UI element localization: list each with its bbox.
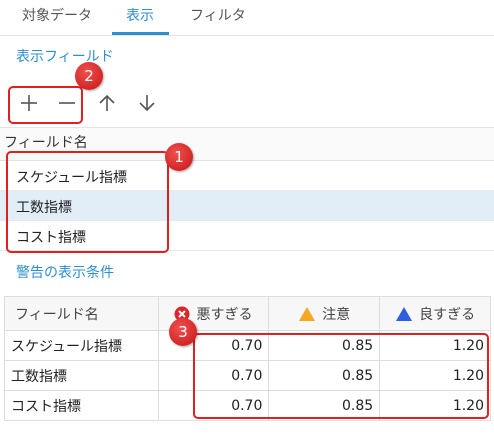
arrow-down-icon	[139, 95, 155, 112]
active-tab-indicator	[112, 32, 169, 35]
callout-box-toolbar	[8, 86, 83, 124]
blue-triangle-icon	[396, 306, 413, 321]
caution-header-label: 注意	[322, 306, 351, 323]
arrow-up-icon	[99, 94, 115, 111]
table-header-row: フィールド名 悪すぎる 注意 良すぎる	[4, 296, 491, 331]
warning-conditions-title: 警告の表示条件	[16, 265, 114, 281]
row-field-name: コスト指標	[4, 390, 159, 421]
tab-display[interactable]: 表示	[126, 0, 154, 36]
field-name-header: フィールド名	[4, 296, 159, 331]
tab-filter[interactable]: フィルタ	[190, 0, 246, 36]
good-header-label: 良すぎる	[419, 306, 476, 323]
move-down-button[interactable]	[132, 88, 162, 118]
display-fields-title: 表示フィールド	[16, 49, 114, 65]
callout-box-field-list	[6, 151, 169, 253]
field-name-header-label: フィールド名	[15, 306, 99, 323]
callout-box-thresholds	[193, 333, 489, 419]
good-header: 良すぎる	[379, 296, 491, 331]
tab-bar: 対象データ 表示 フィルタ	[0, 0, 494, 36]
row-field-name: 工数指標	[4, 360, 159, 391]
callout-badge-3: 3	[169, 318, 197, 346]
caution-header: 注意	[268, 296, 381, 331]
row-field-name: スケジュール指標	[4, 330, 159, 361]
tab-target-data[interactable]: 対象データ	[22, 0, 92, 36]
callout-badge-1: 1	[165, 143, 193, 171]
field-name-column-header: フィールド名	[4, 135, 88, 151]
move-up-button[interactable]	[92, 88, 122, 118]
callout-badge-2: 2	[75, 62, 103, 90]
bad-header-label: 悪すぎる	[196, 306, 253, 323]
warning-triangle-icon	[299, 306, 316, 321]
